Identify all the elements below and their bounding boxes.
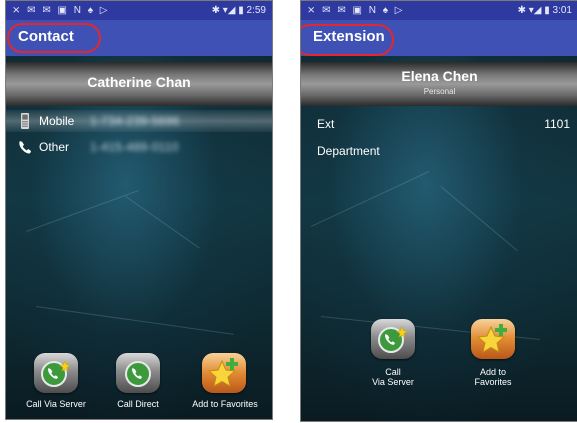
notification-icons: ⨯ ✉ ✉ ▣ N ♠ ▷ [307, 5, 405, 16]
call-direct-label: Call Direct [117, 399, 159, 409]
system-status-icons: ✱ ▾◢ ▮ [517, 5, 550, 16]
status-bar: ⨯ ✉ ✉ ▣ N ♠ ▷ ✱ ▾◢ ▮ 3:01 [301, 1, 577, 20]
add-to-favorites-button[interactable] [202, 353, 246, 393]
call-via-server-icon [41, 360, 71, 387]
contact-name-header: Elena Chen Personal [301, 62, 577, 106]
extension-row[interactable]: Ext 1101 [317, 117, 570, 131]
background-texture [35, 306, 235, 335]
extension-content: Elena Chen Personal Ext 1101 Department … [301, 56, 577, 421]
phone-number-value[interactable]: 1-415-489-0110 [90, 140, 179, 154]
extension-label: Ext [317, 117, 335, 131]
add-to-favorites-button[interactable] [471, 319, 515, 359]
status-clock-area: ✱ ▾◢ ▮ 2:59 [212, 1, 266, 20]
add-favorite-star-icon [207, 358, 238, 387]
highlight-annotation [7, 23, 101, 53]
extension-screen: ⨯ ✉ ✉ ▣ N ♠ ▷ ✱ ▾◢ ▮ 3:01 Extension Elen… [300, 0, 577, 422]
call-via-server-icon [378, 326, 408, 353]
contact-type: Personal [423, 87, 456, 96]
department-row: Department [317, 144, 570, 158]
mobile-phone-icon [21, 113, 29, 129]
contact-name: Elena Chen [401, 68, 478, 84]
phone-type-label: Mobile [39, 114, 75, 128]
status-clock-area: ✱ ▾◢ ▮ 3:01 [518, 1, 572, 20]
department-label: Department [317, 144, 380, 158]
call-via-server-label-line1: Call [385, 367, 401, 377]
call-via-server-button[interactable] [34, 353, 78, 393]
add-to-favorites-label-line1: Add to [479, 367, 507, 377]
contact-screen: ⨯ ✉ ✉ ▣ N ♠ ▷ ✱ ▾◢ ▮ 2:59 Contact Cather… [5, 0, 273, 420]
phone-number-value[interactable]: 1-734-239-5696 [90, 114, 180, 128]
call-via-server-button[interactable] [371, 319, 415, 359]
clock: 2:59 [246, 5, 266, 16]
contact-name-header: Catherine Chan [6, 62, 272, 106]
call-via-server-label: Call Via Server [26, 399, 86, 409]
background-texture [440, 186, 518, 252]
call-direct-button[interactable] [116, 353, 160, 393]
add-to-favorites-label: Add to Favorites [463, 367, 523, 387]
add-favorite-star-icon [476, 324, 507, 353]
background-texture [311, 171, 430, 227]
phone-handset-icon [19, 141, 31, 154]
contact-content: Catherine Chan Mobile 1-734-239-5696 Oth… [6, 56, 272, 419]
app-bar: Contact [6, 20, 272, 56]
call-via-server-label: Call Via Server [363, 367, 423, 387]
background-texture [26, 189, 140, 232]
background-texture [125, 196, 200, 249]
notification-icons: ⨯ ✉ ✉ ▣ N ♠ ▷ [12, 5, 110, 16]
contact-row-other[interactable]: Other 1-415-489-0110 [6, 136, 272, 158]
call-direct-icon [125, 361, 151, 387]
status-bar: ⨯ ✉ ✉ ▣ N ♠ ▷ ✱ ▾◢ ▮ 2:59 [6, 1, 272, 20]
clock: 3:01 [552, 5, 572, 16]
add-to-favorites-label: Add to Favorites [192, 399, 258, 409]
call-via-server-label-line2: Via Server [372, 377, 414, 387]
system-status-icons: ✱ ▾◢ ▮ [211, 5, 244, 16]
phone-type-label: Other [39, 140, 70, 154]
highlight-annotation [301, 24, 394, 56]
app-bar: Extension [301, 20, 577, 56]
contact-name: Catherine Chan [87, 74, 191, 90]
add-to-favorites-label-line2: Favorites [474, 377, 512, 387]
contact-row-mobile[interactable]: Mobile 1-734-239-5696 [6, 110, 272, 132]
extension-value: 1101 [544, 117, 570, 131]
